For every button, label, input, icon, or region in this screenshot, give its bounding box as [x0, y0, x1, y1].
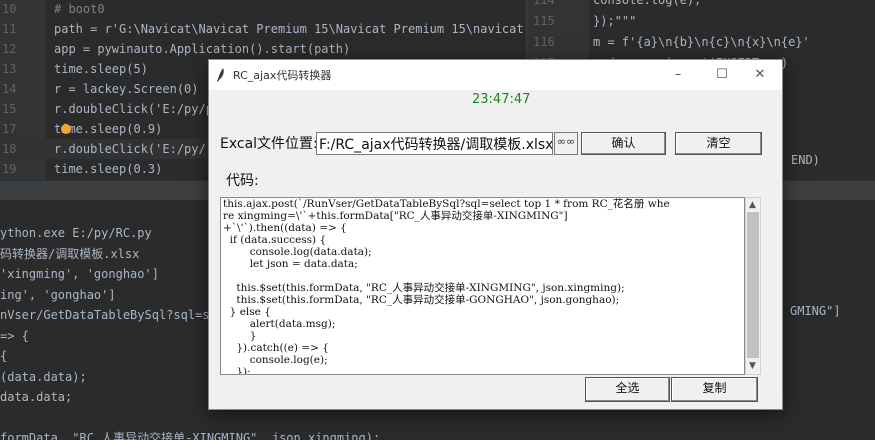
- code-text: m = f'{a}\n{b}\n{c}\n{x}\n{e}': [593, 35, 810, 49]
- console-line: ython.exe E:/py/RC.py: [0, 226, 152, 240]
- code-text: END): [791, 153, 820, 167]
- line-number: 116: [533, 35, 555, 49]
- line-number: 19: [2, 162, 17, 176]
- line-number: 17: [2, 122, 17, 136]
- console-line: 码转换器/调取模板.xlsx: [0, 246, 140, 261]
- code-output-text: this.ajax.post(`/RunVser/GetDataTableByS…: [223, 198, 670, 375]
- line-number: 114: [533, 0, 555, 7]
- code-text: # boot0: [54, 2, 105, 16]
- code-text: r.doubleClick('E:/py/: [54, 142, 206, 156]
- console-line: (data.data);: [0, 369, 87, 384]
- line-number: 10: [2, 2, 17, 16]
- scroll-up-icon[interactable]: ▲: [749, 200, 756, 210]
- code-text: time.sleep(0.3): [54, 162, 163, 176]
- code-line: 11 path = r'G:\Navicat\Navicat Premium 15…: [0, 19, 524, 39]
- console-line: data.data;: [0, 390, 73, 404]
- code-line: 12 app = pywinauto.Application().start(pa…: [0, 39, 522, 59]
- file-path-label: Excal文件位置:: [220, 136, 318, 152]
- close-icon[interactable]: ✕: [738, 60, 782, 90]
- clear-button[interactable]: 清空: [675, 132, 762, 155]
- code-text: time.sleep(5): [54, 62, 148, 76]
- console-line: formData, "RC_人事异动交接单-XINGMING", json.xi…: [0, 431, 381, 440]
- scroll-down-icon[interactable]: ▼: [749, 361, 756, 371]
- code-text: r = lackey.Screen(0): [54, 82, 199, 96]
- console-line: ing', 'gonghao']: [0, 287, 116, 302]
- line-number: 11: [2, 22, 17, 36]
- line-number: 115: [533, 14, 555, 28]
- console-line: => {: [0, 328, 29, 343]
- code-text: r.doubleClick('E:/py/p: [54, 102, 213, 116]
- code-label: 代码:: [226, 173, 259, 189]
- code-line: 114 console.log(e);: [527, 0, 875, 10]
- code-line: 10 # boot0: [0, 0, 522, 19]
- vertical-scrollbar[interactable]: ▲ ▼: [745, 197, 761, 375]
- code-line: 116 m = f'{a}\n{b}\n{c}\n{x}\n{e}': [527, 32, 875, 52]
- window-title: RC_ajax代码转换器: [233, 69, 332, 82]
- browse-button[interactable]: ∞∞: [554, 132, 578, 155]
- console-line-fragment: GMING"]: [790, 304, 841, 318]
- line-number: 12: [2, 42, 17, 56]
- clock-label: 23:47:47: [472, 92, 531, 107]
- confirm-button[interactable]: 确认: [581, 132, 666, 155]
- line-number: 13: [2, 62, 17, 76]
- scrollbar-thumb[interactable]: [747, 212, 759, 358]
- line-number: 15: [2, 102, 17, 116]
- console-line: 'xingming', 'gonghao']: [0, 267, 159, 281]
- line-number: 18: [2, 142, 17, 156]
- select-all-button[interactable]: 全选: [585, 377, 670, 402]
- code-text: });""": [593, 14, 637, 28]
- title-bar[interactable]: RC_ajax代码转换器 – ☐ ✕: [209, 60, 782, 90]
- code-text: console.log(e);: [593, 0, 702, 7]
- copy-button[interactable]: 复制: [671, 377, 758, 402]
- breakpoint-icon[interactable]: [61, 124, 71, 134]
- code-text: path = r'G:\Navicat\Navicat Premium 15\N…: [54, 22, 524, 36]
- code-line: 115 });""": [527, 11, 875, 31]
- line-number: 14: [2, 82, 17, 96]
- converter-window[interactable]: RC_ajax代码转换器 – ☐ ✕ 23:47:47 Excal文件位置: F…: [208, 59, 783, 410]
- console-line: nVser/GetDataTableBySql?sql=s: [0, 308, 210, 322]
- console-line: {: [0, 349, 8, 363]
- minimize-icon[interactable]: –: [656, 60, 700, 90]
- file-path-input[interactable]: F:/RC_ajax代码转换器/调取模板.xlsx: [316, 132, 553, 155]
- code-output-textarea[interactable]: this.ajax.post(`/RunVser/GetDataTableByS…: [220, 197, 745, 375]
- feather-icon: [217, 68, 224, 82]
- code-text: app = pywinauto.Application().start(path…: [54, 42, 351, 56]
